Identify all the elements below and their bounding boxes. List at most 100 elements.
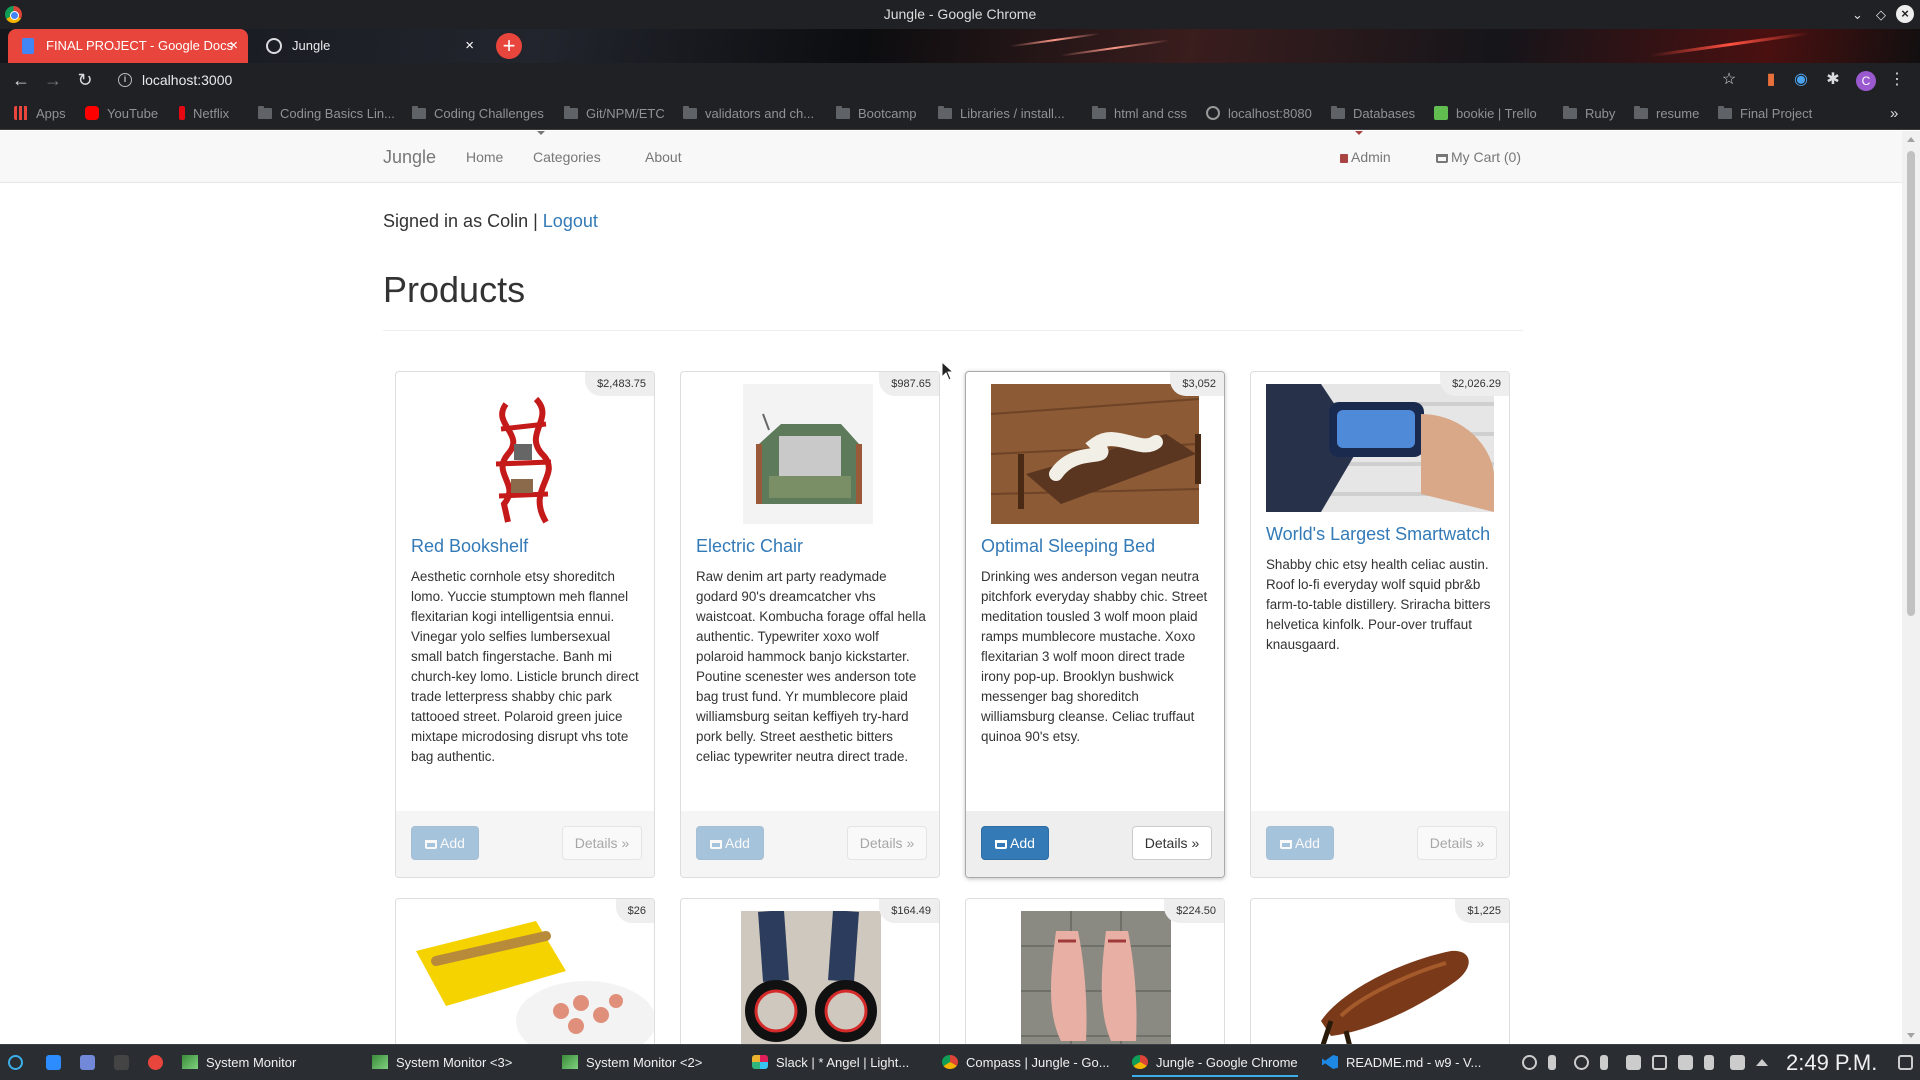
scrollbar-thumb[interactable] [1907,151,1915,616]
slack-tray-icon[interactable] [1626,1055,1641,1070]
product-image[interactable] [1251,911,1509,1044]
app-launcher-icon[interactable] [8,1055,23,1070]
bookmark-star-icon[interactable]: ☆ [1718,69,1740,91]
mouse-cursor-icon [941,361,955,381]
session-status: Signed in as Colin | Logout [383,211,598,232]
zoom-icon[interactable] [46,1055,61,1070]
extension-icon[interactable]: ▮ [1760,69,1782,91]
close-window-icon[interactable]: × [1896,5,1914,23]
bookmark-youtube[interactable]: YouTube [85,98,158,130]
bookmark-folder[interactable]: resume [1634,98,1699,130]
product-title[interactable]: Optimal Sleeping Bed [981,536,1155,557]
product-image[interactable] [966,911,1224,1044]
nav-cart-link[interactable]: My Cart (0) [1436,131,1521,183]
bookmark-folder[interactable]: html and css [1092,98,1187,130]
bluetooth-icon[interactable] [1600,1055,1608,1070]
site-info-icon[interactable]: i [118,73,132,87]
cart-icon [710,840,723,849]
task-system-monitor[interactable]: System Monitor <3> [372,1049,512,1077]
battery-icon[interactable] [1704,1055,1714,1070]
profile-avatar[interactable]: C [1856,71,1876,91]
product-title[interactable]: Red Bookshelf [411,536,528,557]
details-button[interactable]: Details » [847,826,927,860]
product-image-red-bookshelf[interactable] [396,384,654,524]
terminal-icon[interactable] [114,1055,129,1070]
bookmark-netflix[interactable]: Netflix [179,98,229,130]
task-chrome-jungle[interactable]: Jungle - Google Chrome [1132,1049,1298,1077]
vpn-icon[interactable] [1574,1055,1589,1070]
product-title[interactable]: Electric Chair [696,536,803,557]
bookmark-trello[interactable]: bookie | Trello [1434,98,1537,130]
add-to-cart-button[interactable]: Add [696,826,764,860]
new-tab-button[interactable]: + [496,33,522,59]
product-image[interactable] [681,910,939,1044]
task-slack[interactable]: Slack | * Angel | Light... [752,1049,909,1077]
product-image-electric-chair[interactable] [681,384,939,524]
add-to-cart-button[interactable]: Add [1266,826,1334,860]
details-button[interactable]: Details » [1132,826,1212,860]
volume-icon[interactable] [1730,1055,1745,1070]
bookmark-folder[interactable]: Coding Basics Lin... [258,98,395,130]
task-system-monitor[interactable]: System Monitor <2> [562,1049,702,1077]
close-tab-icon[interactable]: × [465,29,474,63]
bookmark-folder[interactable]: Git/NPM/ETC [564,98,665,130]
close-tab-icon[interactable]: × [229,29,238,63]
bookmark-folder[interactable]: Libraries / install... [938,98,1065,130]
bookmark-localhost[interactable]: localhost:8080 [1206,98,1312,130]
microphone-icon[interactable] [1548,1055,1556,1070]
clipboard-icon[interactable] [1678,1055,1693,1070]
tab-label: Jungle [292,38,331,53]
reload-icon[interactable]: ↻ [74,69,96,91]
forward-icon[interactable]: → [42,69,64,91]
youtube-music-icon[interactable] [148,1055,163,1070]
bookmark-apps[interactable]: Apps [14,98,66,130]
more-bookmarks-icon[interactable]: » [1890,98,1898,130]
bookmark-folder[interactable]: validators and ch... [683,98,814,130]
bookmark-folder[interactable]: Databases [1331,98,1415,130]
bookmark-folder[interactable]: Final Project [1718,98,1812,130]
discord-icon[interactable] [80,1055,95,1070]
details-button[interactable]: Details » [1417,826,1497,860]
page-scrollbar[interactable] [1902,131,1920,1044]
apps-grid-icon [14,106,28,120]
clock[interactable]: 2:49 P.M. [1786,1049,1877,1077]
product-image[interactable] [396,911,654,1044]
maximize-icon[interactable]: ◇ [1876,0,1886,29]
address-bar[interactable]: i localhost:3000 [108,67,1778,94]
card-footer: Add Details » [681,811,939,877]
bookmark-folder[interactable]: Coding Challenges [412,98,544,130]
add-to-cart-button[interactable]: Add [981,826,1049,860]
details-button[interactable]: Details » [562,826,642,860]
show-desktop-icon[interactable] [1898,1055,1913,1070]
tab-google-docs[interactable]: FINAL PROJECT - Google Docs × [8,29,248,63]
network-icon[interactable] [1652,1055,1667,1070]
bookmark-folder[interactable]: Bootcamp [836,98,917,130]
scroll-up-icon[interactable] [1907,137,1915,142]
menu-kebab-icon[interactable]: ⋮ [1886,69,1908,91]
bookmark-folder[interactable]: Ruby [1563,98,1615,130]
task-vscode[interactable]: README.md - w9 - V... [1322,1049,1481,1077]
nav-about-link[interactable]: About [645,131,682,183]
chrome-icon [1132,1055,1148,1069]
logout-link[interactable]: Logout [543,211,598,231]
tray-status-icon[interactable] [1522,1055,1537,1070]
task-compass[interactable]: Compass | Jungle - Go... [942,1049,1110,1077]
navbar-brand[interactable]: Jungle [383,131,436,183]
minimize-icon[interactable]: ⌄ [1852,0,1863,29]
task-system-monitor[interactable]: System Monitor [182,1049,296,1077]
tray-expand-icon[interactable] [1756,1059,1768,1066]
price-badge: $164.49 [879,899,939,923]
nav-admin-dropdown[interactable]: Admin [1340,131,1391,183]
nav-home-link[interactable]: Home [466,131,503,183]
add-to-cart-button[interactable]: Add [411,826,479,860]
back-icon[interactable]: ← [10,69,32,91]
product-card: $1,225 [1250,898,1510,1044]
product-title[interactable]: World's Largest Smartwatch [1266,524,1490,545]
extensions-puzzle-icon[interactable]: ✱ [1822,69,1844,91]
tab-jungle[interactable]: Jungle × [254,29,484,63]
scroll-down-icon[interactable] [1907,1033,1915,1038]
product-image-worlds-largest-smartwatch[interactable] [1251,384,1509,524]
window-titlebar: Jungle - Google Chrome ⌄ ◇ × [0,0,1920,29]
extension-icon[interactable]: ◉ [1790,69,1812,91]
product-image-optimal-sleeping-bed[interactable] [966,384,1224,524]
